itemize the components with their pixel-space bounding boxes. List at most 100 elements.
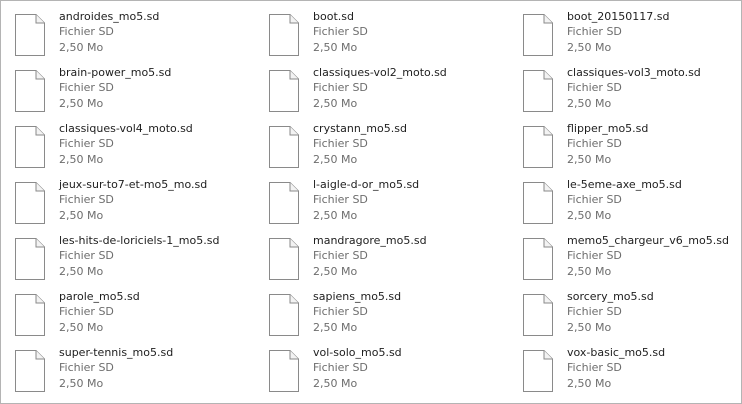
file-info: boot.sd Fichier SD 2,50 Mo xyxy=(313,9,503,55)
file-type: Fichier SD xyxy=(59,81,114,94)
file-type: Fichier SD xyxy=(313,305,368,318)
file-info: super-tennis_mo5.sd Fichier SD 2,50 Mo xyxy=(59,345,249,391)
file-item[interactable]: les-hits-de-loriciels-1_mo5.sd Fichier SD… xyxy=(1,233,241,283)
file-info: l-aigle-d-or_mo5.sd Fichier SD 2,50 Mo xyxy=(313,177,503,223)
file-icon xyxy=(268,125,300,169)
file-item[interactable]: super-tennis_mo5.sd Fichier SD 2,50 Mo xyxy=(1,345,241,395)
file-name: flipper_mo5.sd xyxy=(567,122,649,135)
file-type: Fichier SD xyxy=(567,193,622,206)
file-item[interactable]: sorcery_mo5.sd Fichier SD 2,50 Mo xyxy=(509,289,742,339)
file-icon xyxy=(268,237,300,281)
file-name: classiques-vol4_moto.sd xyxy=(59,122,193,135)
file-item[interactable]: crystann_mo5.sd Fichier SD 2,50 Mo xyxy=(255,121,495,171)
file-info: brain-power_mo5.sd Fichier SD 2,50 Mo xyxy=(59,65,249,111)
file-size: 2,50 Mo xyxy=(59,208,104,222)
file-name: l-aigle-d-or_mo5.sd xyxy=(313,178,420,191)
file-size: 2,50 Mo xyxy=(313,40,358,54)
file-icon xyxy=(14,181,46,225)
file-info: les-hits-de-loriciels-1_mo5.sd Fichier SD… xyxy=(59,233,249,279)
file-icon xyxy=(268,293,300,337)
file-item[interactable]: vox-basic_mo5.sd Fichier SD 2,50 Mo xyxy=(509,345,742,395)
file-item[interactable]: classiques-vol2_moto.sd Fichier SD 2,50 Mo xyxy=(255,65,495,115)
file-type: Fichier SD xyxy=(313,81,368,94)
file-item[interactable]: classiques-vol4_moto.sd Fichier SD 2,50 Mo xyxy=(1,121,241,171)
file-size: 2,50 Mo xyxy=(567,320,612,334)
file-info: memo5_chargeur_v6_mo5.sd Fichier SD 2,50 M… xyxy=(567,233,742,279)
file-item[interactable]: brain-power_mo5.sd Fichier SD 2,50 Mo xyxy=(1,65,241,115)
file-name: sorcery_mo5.sd xyxy=(567,290,654,303)
file-type: Fichier SD xyxy=(59,361,114,374)
file-item[interactable]: flipper_mo5.sd Fichier SD 2,50 Mo xyxy=(509,121,742,171)
file-icon xyxy=(268,349,300,393)
file-name: les-hits-de-loriciels-1_mo5.sd xyxy=(59,234,220,247)
file-grid: androides_mo5.sd Fichier SD 2,50 Mo boot.sd… xyxy=(1,1,741,403)
file-name: mandragore_mo5.sd xyxy=(313,234,427,247)
file-name: vox-basic_mo5.sd xyxy=(567,346,666,359)
file-type: Fichier SD xyxy=(313,249,368,262)
file-size: 2,50 Mo xyxy=(567,376,612,390)
file-info: boot_20150117.sd Fichier SD 2,50 Mo xyxy=(567,9,742,55)
file-item[interactable]: parole_mo5.sd Fichier SD 2,50 Mo xyxy=(1,289,241,339)
file-type: Fichier SD xyxy=(567,81,622,94)
file-size: 2,50 Mo xyxy=(59,96,104,110)
file-name: jeux-sur-to7-et-mo5_mo.sd xyxy=(59,178,208,191)
file-type: Fichier SD xyxy=(59,305,114,318)
file-icon xyxy=(14,125,46,169)
file-type: Fichier SD xyxy=(567,361,622,374)
file-name: classiques-vol3_moto.sd xyxy=(567,66,701,79)
file-size: 2,50 Mo xyxy=(567,152,612,166)
file-name: classiques-vol2_moto.sd xyxy=(313,66,447,79)
file-type: Fichier SD xyxy=(313,361,368,374)
file-info: vox-basic_mo5.sd Fichier SD 2,50 Mo xyxy=(567,345,742,391)
file-name: le-5eme-axe_mo5.sd xyxy=(567,178,682,191)
file-item[interactable]: le-5eme-axe_mo5.sd Fichier SD 2,50 Mo xyxy=(509,177,742,227)
file-size: 2,50 Mo xyxy=(313,264,358,278)
file-name: crystann_mo5.sd xyxy=(313,122,407,135)
file-item[interactable]: boot_20150117.sd Fichier SD 2,50 Mo xyxy=(509,9,742,59)
file-type: Fichier SD xyxy=(313,193,368,206)
file-item[interactable]: vol-solo_mo5.sd Fichier SD 2,50 Mo xyxy=(255,345,495,395)
file-type: Fichier SD xyxy=(567,25,622,38)
file-item[interactable]: boot.sd Fichier SD 2,50 Mo xyxy=(255,9,495,59)
file-size: 2,50 Mo xyxy=(567,96,612,110)
file-item[interactable]: androides_mo5.sd Fichier SD 2,50 Mo xyxy=(1,9,241,59)
file-info: classiques-vol4_moto.sd Fichier SD 2,50 Mo xyxy=(59,121,249,167)
file-name: vol-solo_mo5.sd xyxy=(313,346,402,359)
file-info: classiques-vol2_moto.sd Fichier SD 2,50 Mo xyxy=(313,65,503,111)
file-size: 2,50 Mo xyxy=(313,152,358,166)
file-icon xyxy=(268,69,300,113)
file-info: sapiens_mo5.sd Fichier SD 2,50 Mo xyxy=(313,289,503,335)
file-info: sorcery_mo5.sd Fichier SD 2,50 Mo xyxy=(567,289,742,335)
file-icon xyxy=(522,181,554,225)
file-type: Fichier SD xyxy=(59,25,114,38)
file-size: 2,50 Mo xyxy=(59,264,104,278)
file-item[interactable]: jeux-sur-to7-et-mo5_mo.sd Fichier SD 2,50 … xyxy=(1,177,241,227)
file-item[interactable]: classiques-vol3_moto.sd Fichier SD 2,50 Mo xyxy=(509,65,742,115)
file-type: Fichier SD xyxy=(313,137,368,150)
file-info: flipper_mo5.sd Fichier SD 2,50 Mo xyxy=(567,121,742,167)
file-size: 2,50 Mo xyxy=(567,264,612,278)
file-item[interactable]: memo5_chargeur_v6_mo5.sd Fichier SD 2,50 M… xyxy=(509,233,742,283)
file-icon xyxy=(268,181,300,225)
file-size: 2,50 Mo xyxy=(313,208,358,222)
file-icon xyxy=(14,237,46,281)
file-icon xyxy=(14,349,46,393)
file-name: androides_mo5.sd xyxy=(59,10,160,23)
file-item[interactable]: mandragore_mo5.sd Fichier SD 2,50 Mo xyxy=(255,233,495,283)
file-size: 2,50 Mo xyxy=(59,376,104,390)
file-size: 2,50 Mo xyxy=(313,320,358,334)
file-list-view: androides_mo5.sd Fichier SD 2,50 Mo boot.sd… xyxy=(0,0,742,404)
file-size: 2,50 Mo xyxy=(59,152,104,166)
file-size: 2,50 Mo xyxy=(313,376,358,390)
file-item[interactable]: l-aigle-d-or_mo5.sd Fichier SD 2,50 Mo xyxy=(255,177,495,227)
file-size: 2,50 Mo xyxy=(567,208,612,222)
file-icon xyxy=(14,13,46,57)
file-info: classiques-vol3_moto.sd Fichier SD 2,50 Mo xyxy=(567,65,742,111)
file-icon xyxy=(522,237,554,281)
file-icon xyxy=(522,69,554,113)
file-size: 2,50 Mo xyxy=(59,40,104,54)
file-name: super-tennis_mo5.sd xyxy=(59,346,174,359)
file-info: vol-solo_mo5.sd Fichier SD 2,50 Mo xyxy=(313,345,503,391)
file-item[interactable]: sapiens_mo5.sd Fichier SD 2,50 Mo xyxy=(255,289,495,339)
file-icon xyxy=(522,13,554,57)
